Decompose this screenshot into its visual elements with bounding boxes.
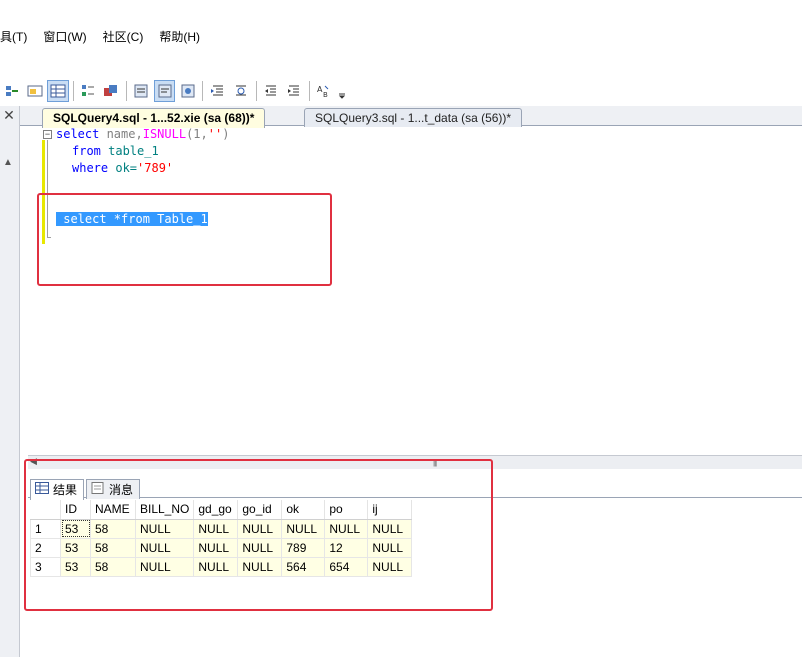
tab-sqlquery4[interactable]: SQLQuery4.sql - 1...52.xie (sa (68))* — [42, 108, 266, 128]
change-case-icon[interactable]: AB — [314, 80, 335, 102]
results-to-file-icon[interactable] — [101, 80, 122, 102]
string-literal: '' — [207, 127, 223, 141]
comment-icon[interactable] — [131, 80, 152, 102]
function-isnull: ISNULL — [142, 127, 187, 141]
code-text: ) — [222, 127, 230, 141]
results-to-grid-icon[interactable] — [47, 80, 69, 102]
close-icon[interactable]: ✕ — [0, 106, 18, 124]
code-text: table_1 — [100, 144, 159, 158]
indent-icon[interactable] — [284, 80, 305, 102]
toolbar-separator — [308, 81, 310, 101]
annotation-box-editor — [37, 193, 332, 286]
overflow-icon[interactable] — [337, 80, 347, 102]
toolbar-separator — [72, 81, 74, 101]
keyword-from: from — [72, 144, 101, 158]
code-text: (1, — [186, 127, 208, 141]
include-plan-icon[interactable] — [24, 80, 45, 102]
menu-bar: 具(T) 窗口(W) 社区(C) 帮助(H) — [0, 24, 802, 50]
decrease-indent-icon[interactable] — [207, 80, 228, 102]
increase-indent-icon[interactable] — [230, 80, 251, 102]
uncomment-icon[interactable] — [153, 80, 176, 102]
menu-community[interactable]: 社区(C) — [95, 27, 152, 47]
sql-editor-toolbar: AB — [0, 76, 348, 106]
string-literal: '789' — [137, 161, 174, 175]
collapse-icon[interactable]: − — [43, 130, 52, 139]
menu-window[interactable]: 窗口(W) — [35, 27, 94, 47]
menu-tools[interactable]: 具(T) — [0, 27, 35, 47]
keyword-select: select — [56, 127, 100, 141]
code-line-3: where ok='789' — [72, 160, 173, 177]
code-text: ok= — [108, 161, 138, 175]
query-options-icon[interactable] — [1, 80, 22, 102]
specify-values-icon[interactable] — [177, 80, 198, 102]
tab-sqlquery3[interactable]: SQLQuery3.sql - 1...t_data (sa (56))* — [304, 108, 523, 127]
menu-help[interactable]: 帮助(H) — [151, 27, 208, 47]
outdent-icon[interactable] — [261, 80, 282, 102]
code-text: name, — [99, 127, 143, 141]
results-to-text-icon[interactable] — [77, 80, 98, 102]
toolbar-separator — [125, 81, 127, 101]
toolbar-separator — [255, 81, 257, 101]
document-tab-strip: SQLQuery4.sql - 1...52.xie (sa (68))* SQ… — [20, 106, 802, 128]
object-explorer-collapsed — [0, 106, 20, 657]
toolbar-separator — [202, 81, 204, 101]
annotation-box-results — [24, 459, 493, 611]
keyword-where: where — [72, 161, 109, 175]
scroll-up-icon[interactable]: ▲ — [3, 157, 13, 168]
svg-text:B: B — [323, 91, 328, 99]
code-line-2: from table_1 — [72, 143, 159, 160]
code-line-1: select name,ISNULL(1,'') — [56, 126, 229, 143]
